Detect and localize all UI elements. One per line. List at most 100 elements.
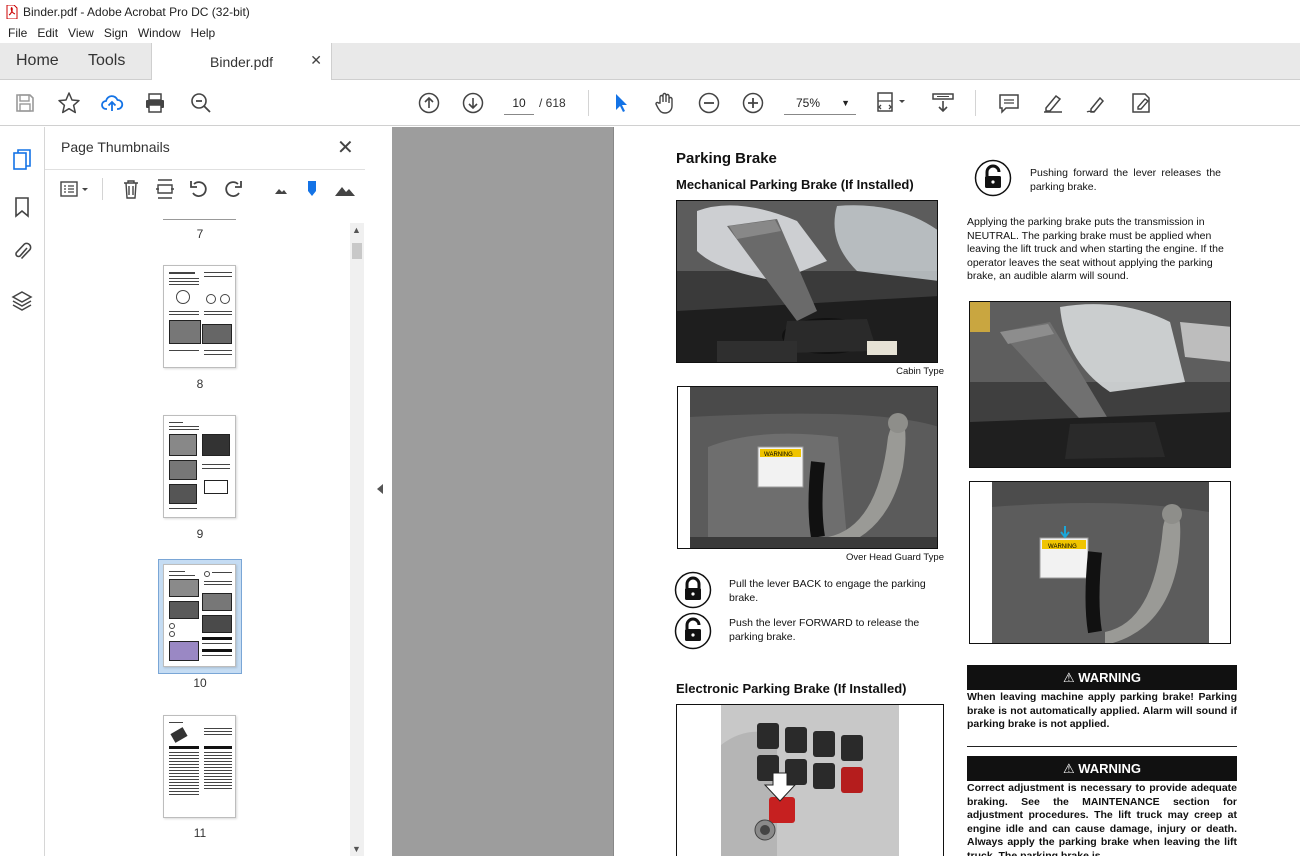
photo-caption: Cabin Type: [896, 366, 944, 377]
pdf-app-icon: [6, 4, 18, 19]
comment-icon[interactable]: [997, 91, 1021, 115]
chevron-down-icon: ▼: [841, 98, 850, 108]
thumbnail-label: 9: [196, 527, 204, 541]
tab-document[interactable]: Binder.pdf ✕: [151, 43, 332, 81]
thumbnail-page-10[interactable]: [163, 564, 236, 667]
left-nav-rail: [0, 127, 45, 856]
slider-marker-icon[interactable]: [301, 178, 323, 200]
attachment-icon[interactable]: [10, 240, 34, 264]
thumbnail-page-bottom-edge: [163, 219, 236, 220]
section-heading: Electronic Parking Brake (If Installed): [676, 681, 907, 696]
menu-window[interactable]: Window: [134, 26, 185, 40]
warning-triangle-icon: ⚠: [1062, 761, 1075, 776]
layers-icon[interactable]: [10, 289, 34, 313]
options-menu-icon[interactable]: [59, 178, 91, 200]
bookmark-icon[interactable]: [10, 195, 34, 219]
menu-view[interactable]: View: [64, 26, 98, 40]
larger-thumbnails-icon[interactable]: [334, 178, 356, 200]
thumbnail-page-8[interactable]: [163, 265, 236, 368]
scroll-down-icon[interactable]: ▼: [352, 844, 361, 854]
page-fit-icon[interactable]: [875, 91, 911, 115]
menu-file[interactable]: File: [4, 26, 31, 40]
thumbnail-label: 11: [193, 826, 207, 840]
previous-page-icon[interactable]: [417, 91, 441, 115]
photo-caption: Over Head Guard Type: [845, 552, 944, 563]
page-thumbnails-icon[interactable]: [10, 148, 34, 172]
pdf-page: Parking Brake Mechanical Parking Brake (…: [613, 127, 1300, 856]
instruction-pushing-forward: Pushing forward the lever releases the p…: [1030, 167, 1221, 193]
photo-cabin-lever-detail: [969, 301, 1231, 468]
thumbnail-label: 8: [196, 377, 204, 391]
menu-edit[interactable]: Edit: [33, 26, 62, 40]
instruction-push-forward: Push the lever FORWARD to release the pa…: [729, 617, 920, 643]
delete-page-icon[interactable]: [120, 178, 142, 200]
photo-overhead-guard-sticker: WARNING: [969, 481, 1231, 644]
tab-home[interactable]: Home: [16, 52, 59, 70]
scroll-up-icon[interactable]: ▲: [352, 225, 361, 235]
window-title: Binder.pdf - Adobe Acrobat Pro DC (32-bi…: [23, 4, 250, 19]
zoom-in-icon[interactable]: [741, 91, 765, 115]
highlight-pen-icon[interactable]: [1041, 91, 1065, 115]
toolbar-divider: [102, 178, 103, 200]
thumbnail-page-11[interactable]: [163, 715, 236, 818]
tab-bar: Home Tools Binder.pdf ✕: [0, 43, 1300, 81]
warning-title: WARNING: [1078, 761, 1142, 776]
next-page-icon[interactable]: [461, 91, 485, 115]
scrollbar-thumb[interactable]: [352, 243, 362, 259]
rotate-right-icon[interactable]: [222, 178, 244, 200]
extract-page-icon[interactable]: [154, 178, 176, 200]
zoom-out-icon[interactable]: [697, 91, 721, 115]
collapse-panel-handle[interactable]: [368, 127, 392, 856]
instruction-pull-back: Pull the lever BACK to engage the parkin…: [729, 578, 926, 604]
photo-overhead-guard-lever: WARNING: [677, 386, 938, 549]
select-cursor-icon[interactable]: [609, 91, 633, 115]
main-toolbar: 10 / 618 75% ▼: [0, 80, 1300, 126]
page-number-input[interactable]: 10: [504, 91, 534, 115]
lock-open-icon: [674, 612, 712, 650]
close-tab-icon[interactable]: ✕: [310, 52, 322, 69]
tab-document-label: Binder.pdf: [210, 54, 274, 70]
save-icon[interactable]: [13, 91, 37, 115]
toolbar-divider: [588, 90, 589, 116]
thumbnail-tools: [45, 169, 365, 209]
warning-banner: ⚠ WARNING: [967, 756, 1237, 781]
lock-closed-icon: [674, 571, 712, 609]
menu-bar: File Edit View Sign Window Help: [0, 23, 1300, 43]
toolbar-divider: [975, 90, 976, 116]
scrolling-mode-icon[interactable]: [931, 91, 955, 115]
fill-sign-icon[interactable]: [1129, 91, 1153, 115]
warning-text: Correct adjustment is necessary to provi…: [967, 782, 1237, 856]
draw-signature-icon[interactable]: [1085, 91, 1109, 115]
star-icon[interactable]: [57, 91, 81, 115]
lock-open-icon: [974, 159, 1012, 197]
section-heading: Mechanical Parking Brake (If Installed): [676, 177, 914, 192]
menu-sign[interactable]: Sign: [100, 26, 132, 40]
thumbnail-page-9[interactable]: [163, 415, 236, 518]
hand-tool-icon[interactable]: [653, 91, 677, 115]
thumbnail-label: 10: [193, 676, 207, 690]
rotate-left-icon[interactable]: [188, 178, 210, 200]
print-icon[interactable]: [143, 91, 167, 115]
warning-triangle-icon: ⚠: [1062, 670, 1075, 685]
page-total: / 618: [539, 96, 566, 110]
chevron-left-icon: [377, 484, 383, 494]
paragraph-applying-brake: Applying the parking brake puts the tran…: [967, 216, 1224, 282]
page-heading: Parking Brake: [676, 150, 777, 167]
photo-cabin-lever: [676, 200, 938, 363]
zoom-search-icon[interactable]: [189, 91, 213, 115]
smaller-thumbnails-icon[interactable]: [270, 178, 292, 200]
warning-sticker-text: WARNING: [1048, 544, 1077, 550]
panel-title: Page Thumbnails: [61, 139, 170, 155]
warning-text: When leaving machine apply parking brake…: [967, 691, 1237, 730]
menu-help[interactable]: Help: [187, 26, 220, 40]
thumbnail-scrollbar[interactable]: ▲ ▼: [350, 223, 364, 856]
zoom-level-value: 75%: [796, 96, 821, 110]
document-viewer: Parking Brake Mechanical Parking Brake (…: [392, 127, 1300, 856]
zoom-level-select[interactable]: 75% ▼: [784, 91, 856, 115]
thumbnail-label: 7: [196, 227, 204, 241]
tab-tools[interactable]: Tools: [88, 52, 125, 70]
close-icon[interactable]: ✕: [337, 135, 354, 160]
page-thumbnails-panel: Page Thumbnails ✕ 7 8 9 10 11 ▲ ▼: [45, 127, 368, 856]
warning-sticker-text: WARNING: [764, 452, 793, 458]
cloud-upload-icon[interactable]: [100, 91, 124, 115]
